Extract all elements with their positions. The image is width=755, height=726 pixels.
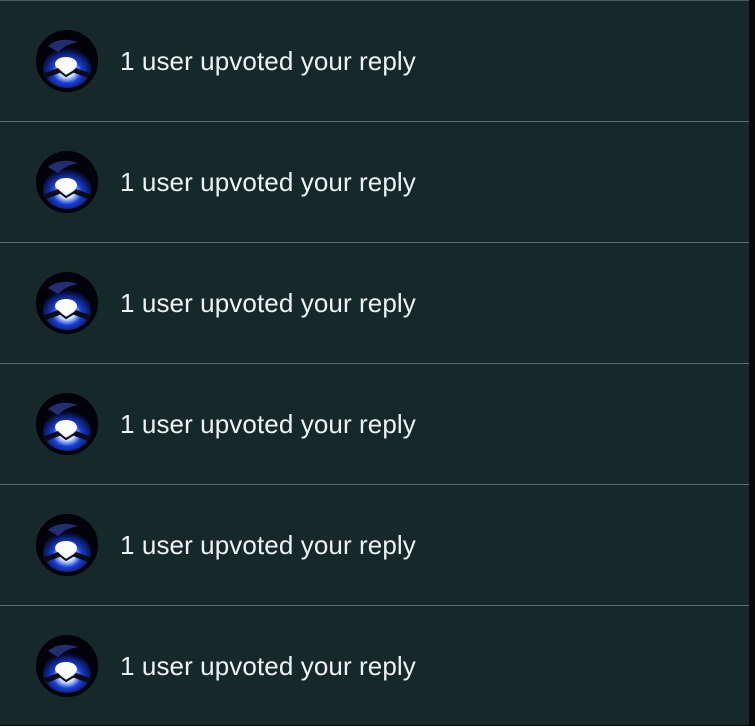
notification-text: 1 user upvoted your reply — [120, 650, 416, 681]
notification-item[interactable]: 1 user upvoted your reply — [0, 243, 749, 364]
user-avatar-icon — [36, 272, 98, 334]
notification-text: 1 user upvoted your reply — [120, 408, 416, 439]
user-avatar-icon — [36, 151, 98, 213]
notification-item[interactable]: 1 user upvoted your reply — [0, 485, 749, 606]
notification-item[interactable]: 1 user upvoted your reply — [0, 606, 749, 726]
notification-text: 1 user upvoted your reply — [120, 45, 416, 76]
screen-edge — [749, 0, 755, 725]
user-avatar-icon — [36, 393, 98, 455]
notification-text: 1 user upvoted your reply — [120, 287, 416, 318]
user-avatar-icon — [36, 635, 98, 697]
notification-item[interactable]: 1 user upvoted your reply — [0, 364, 749, 485]
notification-item[interactable]: 1 user upvoted your reply — [0, 1, 749, 122]
user-avatar-icon — [36, 30, 98, 92]
notification-text: 1 user upvoted your reply — [120, 529, 416, 560]
notifications-panel: 1 user upvoted your reply 1 user upvoted… — [0, 0, 749, 725]
notification-list: 1 user upvoted your reply 1 user upvoted… — [0, 1, 749, 726]
notification-item[interactable]: 1 user upvoted your reply — [0, 122, 749, 243]
notification-text: 1 user upvoted your reply — [120, 166, 416, 197]
user-avatar-icon — [36, 514, 98, 576]
